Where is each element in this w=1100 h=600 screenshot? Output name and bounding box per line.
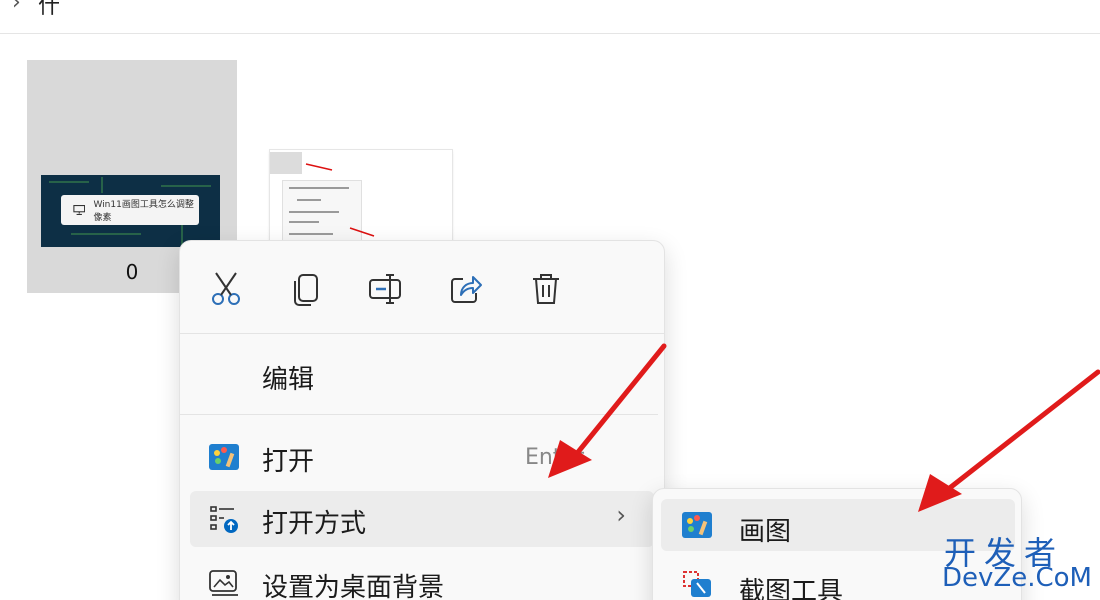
menu-item-edit[interactable]: 编辑 (190, 347, 654, 403)
thumbnail-card: Win11画图工具怎么调整像素 (61, 195, 199, 225)
wallpaper-icon (209, 570, 238, 596)
menu-item-open-with[interactable]: 打开方式 › (190, 491, 654, 547)
trash-icon (533, 274, 559, 304)
menu-item-set-wallpaper[interactable]: 设置为桌面背景 (190, 555, 654, 600)
chevron-right-icon: › (616, 501, 626, 529)
copy-button[interactable] (282, 267, 330, 311)
annotation-arrow (939, 369, 1100, 497)
paint-app-icon (209, 444, 239, 470)
context-toolbar (180, 241, 664, 333)
context-menu: 编辑 打开 Enter 打开方式 › 设置为桌面背景 (179, 240, 665, 600)
snipping-tool-icon (683, 571, 711, 597)
file-thumbnail-2[interactable] (270, 150, 452, 248)
breadcrumb[interactable]: 什 (38, 0, 60, 20)
menu-divider (180, 414, 658, 415)
menu-item-label: 编辑 (262, 365, 315, 395)
paint-app-icon (682, 512, 712, 538)
scissors-icon (212, 272, 240, 305)
submenu-item-label: 画图 (739, 517, 792, 547)
menu-item-open[interactable]: 打开 Enter (190, 429, 654, 485)
address-bar: › 什 (0, 0, 1100, 34)
watermark-en: DevZe.CoM (942, 563, 1092, 593)
thumbnail-arrows (305, 163, 375, 237)
delete-button[interactable] (522, 267, 570, 311)
copy-icon (294, 274, 318, 306)
rename-icon (369, 274, 401, 304)
breadcrumb-chevron-icon: › (12, 0, 21, 15)
thumbnail-text: Win11画图工具怎么调整像素 (93, 200, 194, 223)
share-icon (451, 276, 482, 303)
monitor-icon (73, 205, 86, 215)
menu-item-label: 设置为桌面背景 (262, 573, 445, 600)
shortcut-text: Enter (524, 445, 584, 470)
menu-item-label: 打开 (262, 447, 315, 477)
submenu-item-label: 截图工具 (739, 577, 844, 600)
menu-item-label: 打开方式 (262, 509, 367, 539)
menu-divider (180, 333, 664, 334)
file-thumbnail: Win11画图工具怎么调整像素 (41, 175, 220, 247)
cut-button[interactable] (202, 267, 250, 311)
rename-button[interactable] (362, 267, 410, 311)
share-button[interactable] (442, 267, 490, 311)
open-with-icon (210, 506, 238, 533)
